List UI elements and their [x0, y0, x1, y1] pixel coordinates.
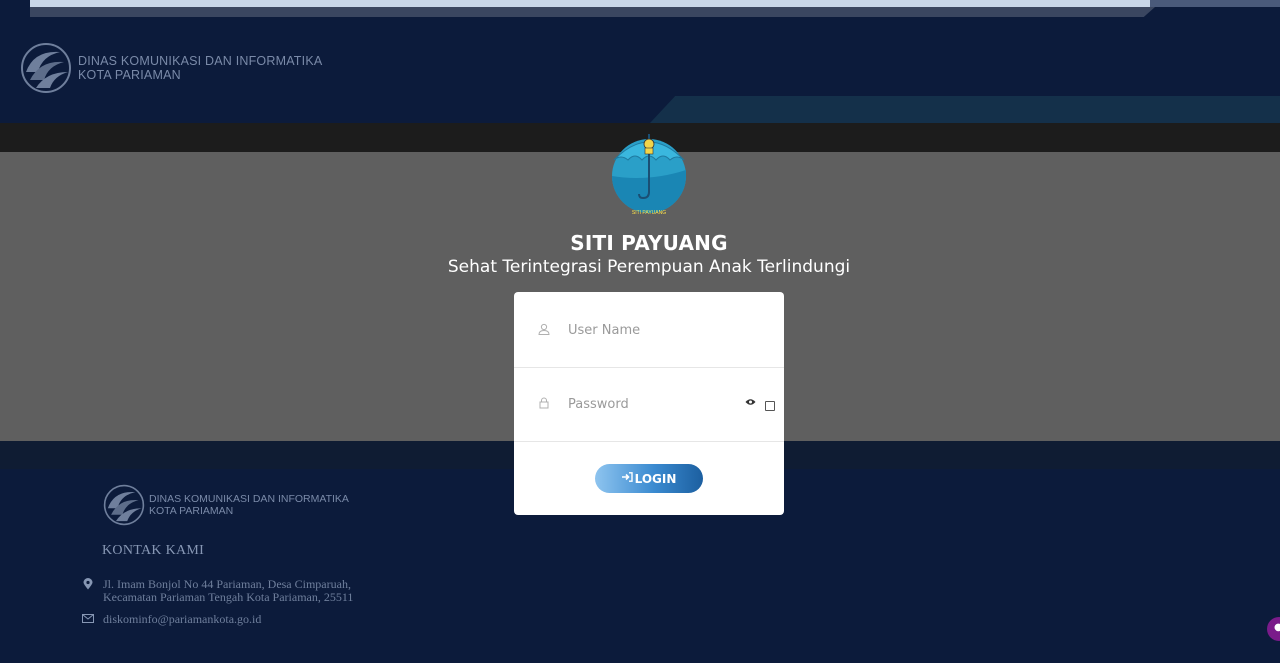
login-card: LOGIN	[514, 292, 784, 515]
address-line2: Kecamatan Pariaman Tengah Kota Pariaman,…	[103, 590, 354, 604]
logo-caption: SITI PAYUANG	[632, 210, 666, 216]
password-input[interactable]	[568, 397, 728, 412]
contact-title: KONTAK KAMI	[102, 543, 205, 558]
footer-org-name: DINAS KOMUNIKASI DAN INFORMATIKA KOTA PA…	[149, 493, 349, 517]
contact-address: Jl. Imam Bonjol No 44 Pariaman, Desa Cim…	[81, 578, 353, 604]
header-org-line2: KOTA PARIAMAN	[78, 68, 181, 82]
username-field	[514, 294, 784, 368]
footer-brand: DINAS KOMUNIKASI DAN INFORMATIKA KOTA PA…	[103, 484, 349, 526]
login-button-label: LOGIN	[634, 471, 677, 486]
header-brand: DINAS KOMUNIKASI DAN INFORMATIKA KOTA PA…	[20, 42, 322, 94]
header-org-line1: DINAS KOMUNIKASI DAN INFORMATIKA	[78, 54, 323, 68]
user-icon	[536, 323, 552, 338]
sign-in-icon	[621, 472, 633, 485]
lock-icon	[536, 397, 552, 412]
footer-org-line2: KOTA PARIAMAN	[149, 505, 234, 517]
email-link[interactable]: diskominfo@pariamankota.go.id	[103, 613, 261, 626]
app-subtitle: Sehat Terintegrasi Perempuan Anak Terlin…	[447, 257, 851, 277]
top-strip	[30, 0, 1155, 7]
kominfo-footer-logo-icon	[103, 484, 145, 526]
header-accent	[650, 96, 1280, 123]
app-title: SITI PAYUANG	[570, 231, 728, 255]
envelope-icon	[81, 613, 95, 626]
show-password-checkbox[interactable]	[765, 401, 775, 411]
chat-icon: ●	[1274, 622, 1280, 633]
map-marker-icon	[81, 578, 95, 604]
header-org-name: DINAS KOMUNIKASI DAN INFORMATIKA KOTA PA…	[78, 54, 322, 82]
top-strip-tail	[1150, 0, 1280, 7]
contact-email: diskominfo@pariamankota.go.id	[81, 613, 261, 626]
siti-payuang-logo-icon: SITI PAYUANG	[612, 134, 686, 216]
eye-icon[interactable]	[745, 398, 756, 406]
login-button[interactable]: LOGIN	[595, 464, 703, 493]
top-strip-shadow	[30, 7, 1155, 17]
kominfo-logo-icon	[21, 43, 71, 93]
password-field	[514, 368, 784, 442]
footer-org-line1: DINAS KOMUNIKASI DAN INFORMATIKA	[149, 493, 349, 505]
username-input[interactable]	[568, 323, 728, 338]
